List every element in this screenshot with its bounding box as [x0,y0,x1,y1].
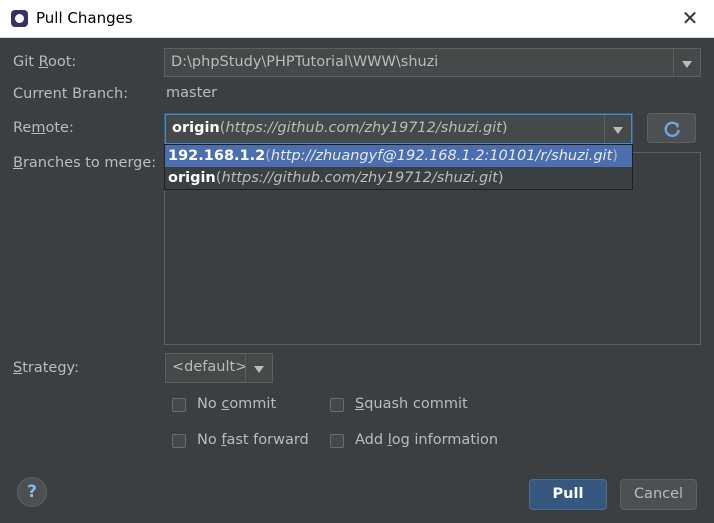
remote-selected-url: https://github.com/zhy19712/shuzi.git [225,120,502,136]
remote-dropdown: 192.168.1.2(http://zhuangyf@192.168.1.2:… [164,144,633,190]
remote-option-name: origin [168,170,216,186]
remote-label: Remote: [13,120,74,136]
remote-option-url: https://github.com/zhy19712/shuzi.git [221,170,498,186]
strategy-value: <default> [172,359,248,375]
strategy-combo[interactable]: <default> [165,353,273,383]
remote-option-192-168-1-2[interactable]: 192.168.1.2(http://zhuangyf@192.168.1.2:… [165,145,632,167]
help-button[interactable]: ? [17,477,47,507]
current-branch-label: Current Branch: [13,86,129,102]
checkbox-box[interactable] [330,434,344,448]
chevron-down-icon[interactable] [245,354,272,382]
checkbox-box[interactable] [330,398,344,412]
refresh-icon [664,121,680,137]
checkbox-box[interactable] [172,398,186,412]
git-root-combo[interactable]: D:\phpStudy\PHPTutorial\WWW\shuzi [164,48,701,77]
current-branch-value: master [166,85,218,101]
remote-option-name: 192.168.1.2 [168,148,266,164]
git-root-value: D:\phpStudy\PHPTutorial\WWW\shuzi [171,54,439,70]
app-icon [11,10,28,27]
chevron-down-icon[interactable] [604,115,631,143]
chevron-down-icon[interactable] [673,49,700,76]
git-root-label: Git Root: [13,54,77,70]
remote-selected-name: origin [172,120,220,136]
remote-option-url: http://zhuangyf@192.168.1.2:10101/r/shuz… [270,148,613,164]
strategy-label: Strategy: [13,360,79,376]
cancel-button[interactable]: Cancel [620,479,697,510]
branches-label: Branches to merge: [13,155,157,171]
title-bar: Pull Changes ✕ [0,0,714,38]
pull-button[interactable]: Pull [529,479,607,510]
remote-option-origin[interactable]: origin(https://github.com/zhy19712/shuzi… [165,167,632,189]
remote-combo[interactable]: origin(https://github.com/zhy19712/shuzi… [165,114,632,144]
checkbox-box[interactable] [172,434,186,448]
close-icon[interactable]: ✕ [676,4,704,32]
window-title: Pull Changes [36,9,133,27]
refresh-button[interactable] [647,113,696,143]
